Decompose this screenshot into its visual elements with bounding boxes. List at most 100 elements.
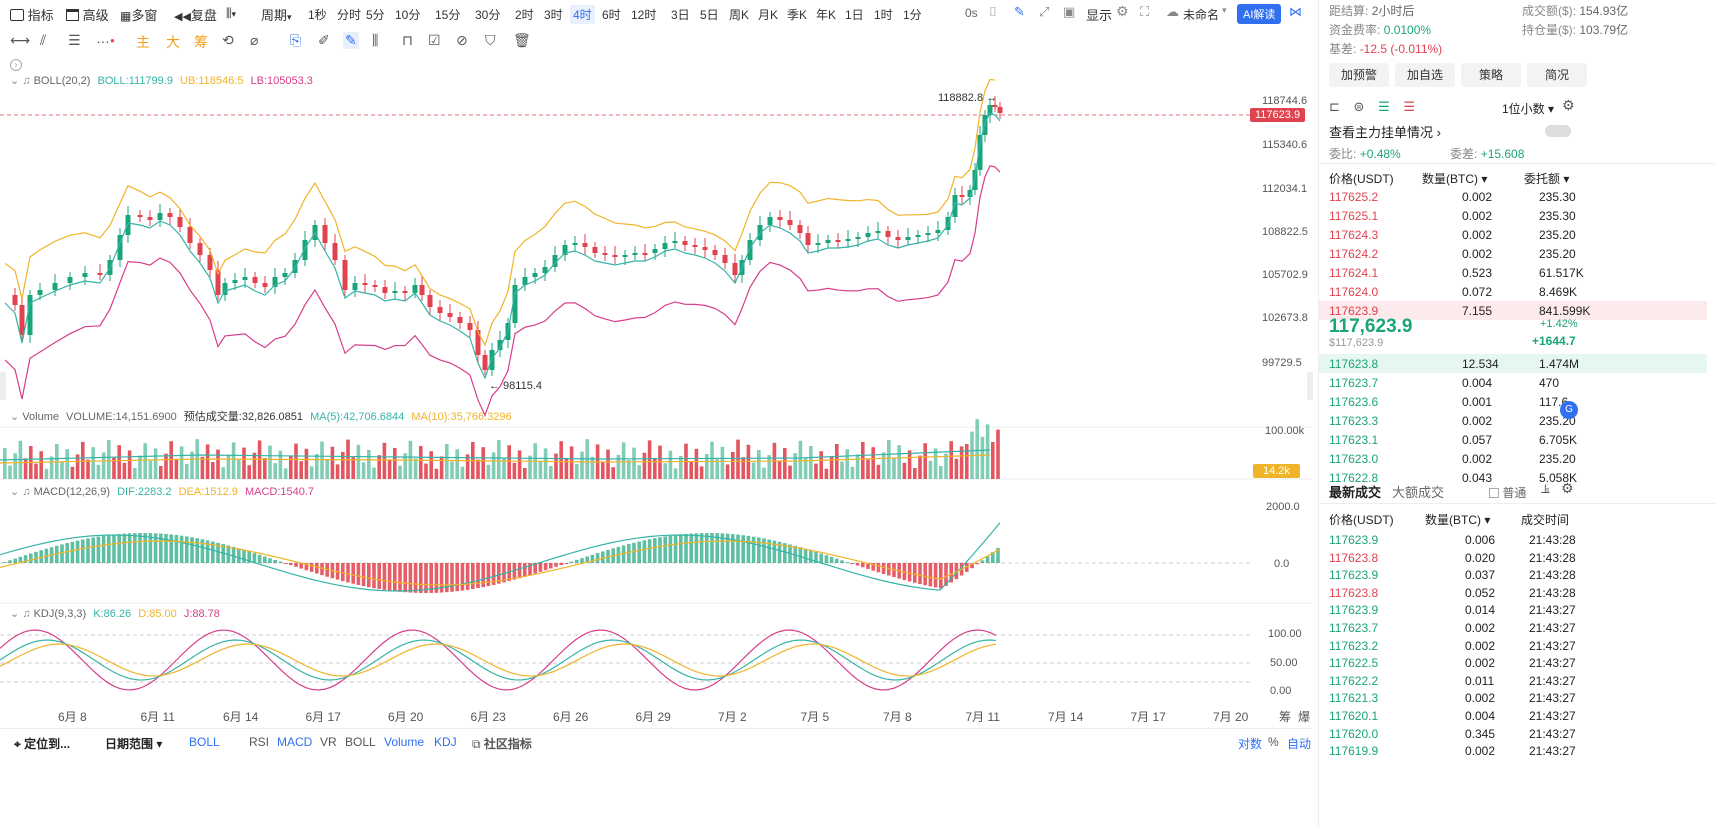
more-icon[interactable]: …●: [96, 30, 115, 46]
add-watchlist-button[interactable]: 加自选: [1395, 63, 1455, 87]
ask-row[interactable]: 117624.1 0.523 61.517K: [1329, 263, 1584, 282]
date-range-button[interactable]: 日期范围 ▾: [105, 735, 162, 752]
bid-row[interactable]: 117623.6 0.001 117.6: [1329, 392, 1581, 411]
trade-qty-header[interactable]: 数量(BTC) ▾: [1425, 511, 1490, 528]
pencil-icon[interactable]: ✎: [1014, 4, 1025, 20]
interval-17[interactable]: 1日: [842, 5, 867, 24]
indicator-button[interactable]: 指标: [10, 5, 54, 24]
horizontal-line-icon[interactable]: ⟷: [10, 32, 30, 49]
interval-14[interactable]: 月K: [755, 5, 781, 24]
ask-row[interactable]: 117624.0 0.072 8.469K: [1329, 282, 1581, 301]
amount-sort-header[interactable]: 委托额 ▾: [1524, 170, 1569, 187]
interval-10[interactable]: 12时: [628, 5, 659, 24]
ask-row[interactable]: 117625.2 0.002 235.30: [1329, 187, 1581, 206]
interval-2[interactable]: 5分: [363, 5, 388, 24]
lock-icon[interactable]: ⊓: [402, 32, 413, 49]
period-button[interactable]: 周期▾: [261, 5, 292, 24]
rsi-tab[interactable]: RSI: [249, 735, 269, 749]
decimal-select[interactable]: 1位小数 ▾: [1502, 100, 1554, 117]
advanced-button[interactable]: 高级: [66, 5, 109, 24]
liquidation-corner[interactable]: 爆: [1298, 708, 1310, 725]
interval-3[interactable]: 10分: [392, 5, 423, 24]
link-icon[interactable]: ⊘: [456, 32, 468, 49]
interval-4[interactable]: 15分: [432, 5, 463, 24]
trash-icon[interactable]: 🗑: [513, 32, 531, 49]
brush-icon[interactable]: ✎: [343, 32, 359, 49]
both-sides-icon[interactable]: ⊏: [1329, 99, 1340, 114]
multi-window-button[interactable]: ▦多窗: [120, 5, 157, 24]
qty-sort-header[interactable]: 数量(BTC) ▾: [1422, 170, 1487, 187]
orderbook-side-button[interactable]: G: [1560, 401, 1578, 419]
filter-icon[interactable]: ⛉: [485, 32, 496, 49]
parallel-lines-icon[interactable]: ☰: [68, 32, 81, 49]
replay-button[interactable]: ◀◀复盘: [174, 5, 217, 24]
kdj-tab[interactable]: KDJ: [434, 735, 457, 749]
trend-line-icon[interactable]: ⫽: [40, 32, 46, 49]
asks-only-icon[interactable]: ☰: [1403, 99, 1415, 114]
bid-row[interactable]: 117623.8 12.534 1.474M: [1319, 354, 1707, 373]
expand-icon[interactable]: ⤢: [1039, 4, 1049, 20]
large-order-tool[interactable]: 大: [166, 32, 180, 52]
filter-icon[interactable]: ⫡: [1541, 481, 1550, 497]
camera-icon[interactable]: ⌷: [989, 4, 997, 20]
percent-toggle[interactable]: %: [1268, 735, 1279, 749]
fullscreen-icon[interactable]: ⛶: [1140, 4, 1149, 20]
note-icon[interactable]: ☑: [428, 32, 441, 49]
strategy-button[interactable]: 策略: [1461, 63, 1521, 87]
interval-0[interactable]: 1秒: [305, 5, 330, 24]
gear-icon[interactable]: ⚙: [1116, 3, 1129, 20]
bid-row[interactable]: 117623.0 0.002 235.20: [1329, 449, 1581, 468]
interval-12[interactable]: 5日: [697, 5, 722, 24]
log-toggle[interactable]: 对数: [1238, 735, 1262, 752]
ask-row[interactable]: 117624.2 0.002 235.20: [1329, 244, 1581, 263]
bookmark-icon[interactable]: ⎘: [290, 32, 301, 49]
ask-row[interactable]: 117625.1 0.002 235.30: [1329, 206, 1581, 225]
candle-tool-icon[interactable]: ⫼: [372, 32, 378, 49]
macd-tab[interactable]: MACD: [277, 735, 312, 749]
interval-7[interactable]: 3时: [541, 5, 566, 24]
add-alert-button[interactable]: 加预警: [1329, 63, 1389, 87]
left-scroll-handle[interactable]: [0, 372, 6, 400]
depth-icon[interactable]: ⊜: [1354, 99, 1365, 114]
bid-row[interactable]: 117623.1 0.057 6.705K: [1329, 430, 1581, 449]
trade-tab-large[interactable]: 大额成交: [1392, 482, 1444, 501]
auto-toggle[interactable]: 自动: [1287, 735, 1311, 752]
chips-corner[interactable]: 筹: [1279, 708, 1291, 725]
interval-13[interactable]: 周K: [726, 5, 752, 24]
template-name[interactable]: 未命名: [1183, 6, 1219, 23]
trade-tab-latest[interactable]: 最新成交: [1329, 482, 1381, 501]
chart-type-button[interactable]: ⫼▾: [226, 5, 236, 21]
interval-6[interactable]: 2时: [512, 5, 537, 24]
ruler-icon[interactable]: ✐: [318, 32, 330, 49]
interval-9[interactable]: 6时: [599, 5, 624, 24]
main-force-tool[interactable]: 主: [136, 32, 150, 52]
interval-8[interactable]: 4时: [570, 5, 595, 24]
bids-only-icon[interactable]: ☰: [1378, 99, 1390, 114]
chips-tool[interactable]: 筹: [194, 32, 208, 52]
main-orders-link[interactable]: 查看主力挂单情况 ›: [1329, 122, 1441, 141]
vr-tab[interactable]: VR: [320, 735, 337, 749]
ai-interpret-button[interactable]: AI解读: [1237, 4, 1282, 24]
boll-indicator-tab[interactable]: BOLL: [189, 735, 220, 749]
overview-button[interactable]: 简况: [1527, 63, 1587, 87]
chevron-down-icon[interactable]: ▾: [1222, 5, 1227, 16]
community-indicator[interactable]: ⧉ 社区指标: [472, 735, 532, 752]
main-orders-toggle[interactable]: [1545, 125, 1571, 137]
settings-icon[interactable]: ⚙: [1561, 480, 1574, 497]
bid-row[interactable]: 117623.3 0.002 235.20: [1329, 411, 1581, 430]
right-scroll-handle[interactable]: [1307, 372, 1313, 400]
display-button[interactable]: 显示: [1086, 5, 1112, 24]
boll-tab[interactable]: BOLL: [345, 735, 376, 749]
interval-11[interactable]: 3日: [668, 5, 693, 24]
magnet-icon[interactable]: ⟲: [222, 32, 234, 49]
interval-18[interactable]: 1时: [871, 5, 896, 24]
candlestick-chart[interactable]: [0, 55, 1312, 725]
bid-row[interactable]: 117623.7 0.004 470: [1329, 373, 1581, 392]
ask-row[interactable]: 117624.3 0.002 235.20: [1329, 225, 1581, 244]
volume-tab[interactable]: Volume: [384, 735, 424, 749]
interval-1[interactable]: 分时: [334, 5, 364, 24]
locate-button[interactable]: ⌖ 定位到...: [14, 735, 70, 752]
share-icon[interactable]: ⋈: [1289, 4, 1302, 20]
eraser-icon[interactable]: ⌀: [250, 32, 258, 49]
interval-16[interactable]: 年K: [813, 5, 839, 24]
